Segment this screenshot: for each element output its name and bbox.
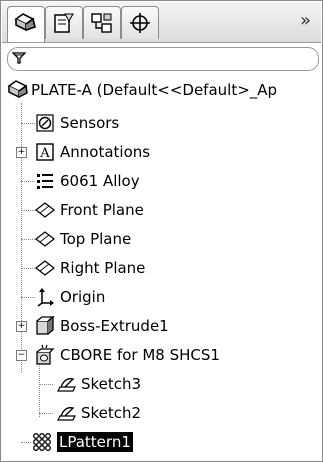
tree-item-label-selected: LPattern1 (57, 432, 133, 452)
tree-branch (21, 297, 35, 298)
tree-item-material[interactable]: 6061 Alloy (1, 168, 323, 194)
svg-text:A: A (39, 146, 50, 161)
tree-item-label: 6061 Alloy (60, 172, 140, 190)
part-icon (7, 80, 28, 99)
tree-branch (21, 210, 35, 211)
tree-item-label: Boss-Extrude1 (60, 317, 169, 335)
tree-item-sensors[interactable]: Sensors (1, 110, 323, 136)
expand-icon[interactable]: + (16, 147, 27, 158)
sensor-icon (36, 114, 54, 132)
tree-branch (21, 123, 35, 124)
tree-item-label: CBORE for M8 SHCS1 (60, 346, 220, 364)
tree-root[interactable]: PLATE-A (Default<<Default>_Ap (1, 77, 323, 103)
tree-branch (21, 268, 35, 269)
tree-item-origin[interactable]: Origin (1, 284, 323, 310)
feature-manager-panel: » PLATE-A (Default<<Default>_Ap Sensors … (0, 0, 323, 462)
dimxpert-manager-icon (130, 13, 150, 33)
tree-item-label: Origin (60, 288, 106, 306)
material-icon (37, 174, 53, 189)
feature-tree: PLATE-A (Default<<Default>_Ap Sensors + … (1, 77, 323, 461)
tree-item-sketch3[interactable]: Sketch3 (1, 371, 323, 397)
tree-item-top-plane[interactable]: Top Plane (1, 226, 323, 252)
linear-pattern-icon (33, 433, 51, 451)
tree-branch (39, 384, 53, 385)
tree-item-front-plane[interactable]: Front Plane (1, 197, 323, 223)
filter-icon (12, 52, 26, 64)
tree-item-label: Top Plane (60, 230, 132, 248)
tree-item-boss-extrude1[interactable]: + Boss-Extrude1 (1, 313, 323, 339)
extrude-icon (36, 315, 55, 335)
hole-wizard-icon (36, 344, 55, 365)
tree-item-label: Right Plane (60, 259, 146, 277)
tree-item-label: Sketch2 (81, 404, 142, 422)
sketch-icon (57, 377, 76, 392)
panel-tab-bar: » (2, 2, 321, 43)
tree-branch (21, 239, 35, 240)
tree-item-label: Sensors (60, 114, 120, 132)
tree-branch (21, 181, 35, 182)
tree-item-annotations[interactable]: + A Annotations (1, 139, 323, 165)
property-manager-icon (54, 13, 74, 33)
origin-icon (37, 288, 54, 307)
tree-item-label: Sketch3 (81, 375, 142, 393)
tab-feature-manager[interactable] (7, 6, 45, 42)
tab-configuration-manager[interactable] (83, 6, 121, 39)
tree-item-label: Front Plane (60, 201, 144, 219)
tree-branch (39, 413, 53, 414)
tree-root-label: PLATE-A (Default<<Default>_Ap (31, 81, 278, 99)
tree-item-sketch2[interactable]: Sketch2 (1, 400, 323, 426)
sketch-icon (57, 406, 76, 421)
feature-manager-icon (14, 13, 36, 32)
tree-item-cbore-hole[interactable]: − CBORE for M8 SHCS1 (1, 342, 323, 368)
tab-dimxpert-manager[interactable] (121, 6, 159, 39)
tree-item-right-plane[interactable]: Right Plane (1, 255, 323, 281)
expand-icon[interactable]: + (16, 321, 27, 332)
tree-branch (21, 442, 31, 443)
collapse-icon[interactable]: − (16, 350, 27, 361)
plane-icon (35, 202, 55, 218)
tab-property-manager[interactable] (45, 6, 83, 39)
annotation-icon: A (36, 143, 54, 161)
configuration-manager-icon (91, 13, 112, 33)
tab-overflow-button[interactable]: » (300, 10, 311, 31)
plane-icon (35, 260, 55, 276)
tree-item-label: Annotations (60, 143, 151, 161)
plane-icon (35, 231, 55, 247)
filter-bar[interactable] (7, 47, 319, 71)
tree-item-lpattern1[interactable]: LPattern1 (1, 429, 323, 455)
